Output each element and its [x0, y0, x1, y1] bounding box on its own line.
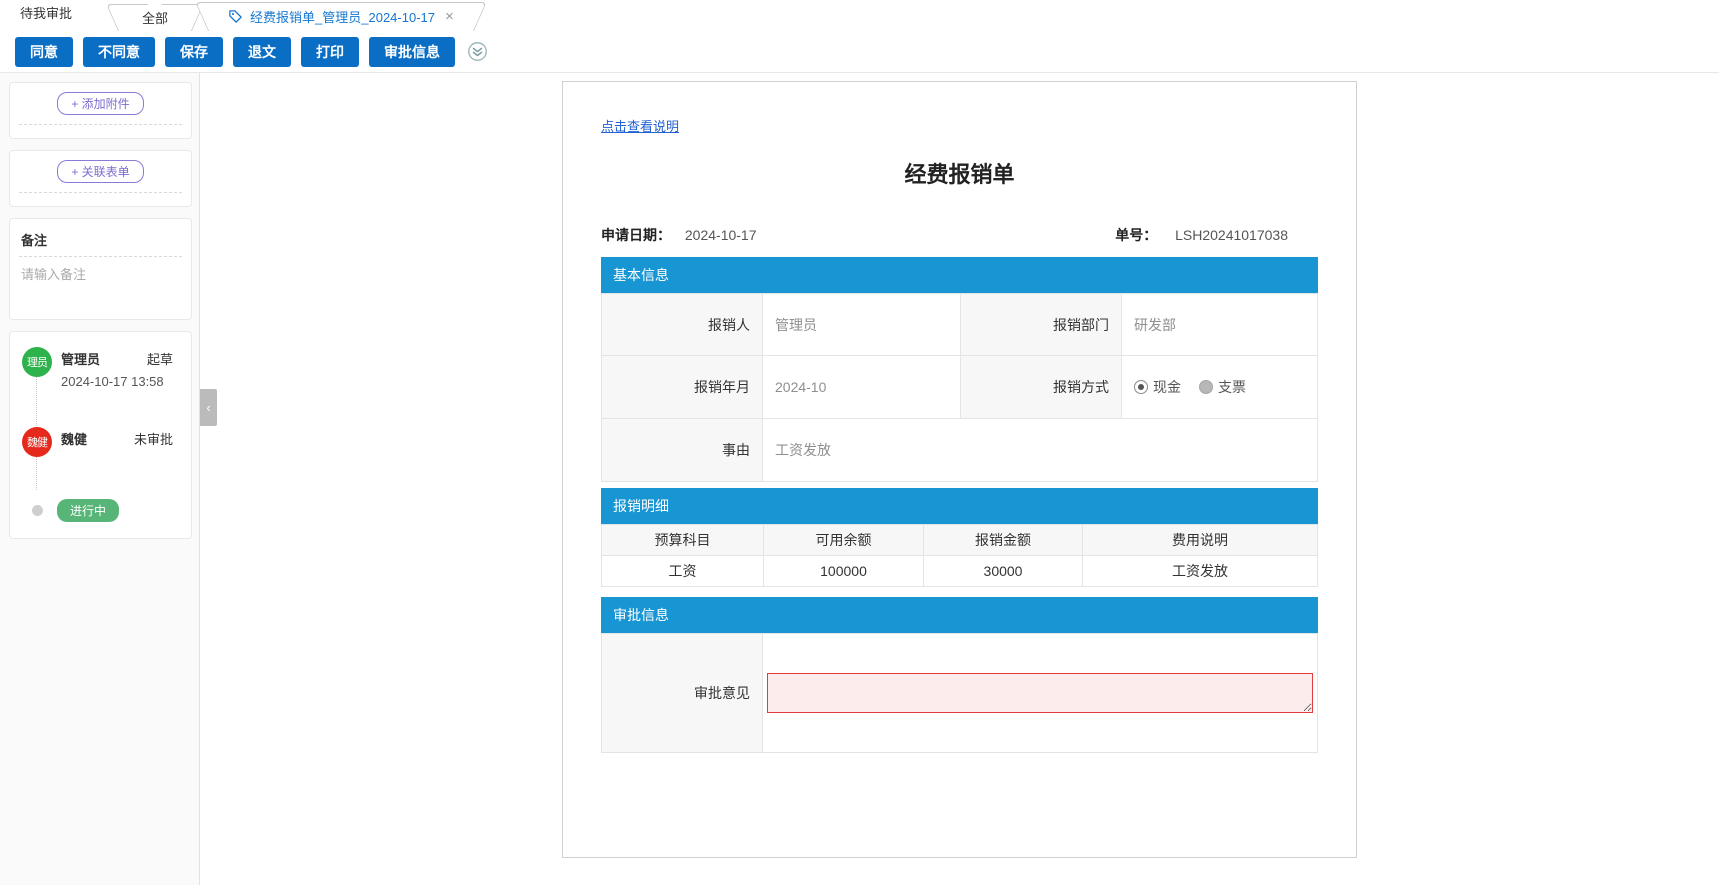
tab-all[interactable]: 全部: [118, 4, 192, 31]
detail-cell-amount: 30000: [924, 556, 1083, 587]
save-button[interactable]: 保存: [165, 37, 223, 67]
link-form-label: 关联表单: [82, 165, 130, 179]
avatar: 魏健: [22, 427, 52, 457]
approval-table: 审批意见: [601, 633, 1318, 753]
tag-icon: [228, 9, 243, 24]
flow-step-approver: 魏健 魏健 未审批: [22, 427, 179, 457]
field-label: 报销人: [602, 294, 763, 356]
detail-col-header: 预算科目: [602, 525, 764, 556]
serial-label: 单号：: [1115, 227, 1157, 243]
view-instructions-link[interactable]: 点击查看说明: [601, 116, 679, 135]
basic-info-table: 报销人 管理员 报销部门 研发部 报销年月 2024-10 报销方式 现金: [601, 293, 1318, 482]
section-detail-header: 报销明细: [601, 488, 1318, 524]
detail-cell-description: 工资发放: [1083, 556, 1318, 587]
field-label: 事由: [602, 419, 763, 482]
avatar: 理员: [22, 347, 52, 377]
field-label: 报销年月: [602, 356, 763, 419]
field-label: 报销部门: [961, 294, 1122, 356]
table-row: 工资 100000 30000 工资发放: [602, 556, 1318, 587]
plus-icon: +: [71, 165, 78, 179]
flow-state-row: 进行中: [22, 499, 179, 526]
detail-col-header: 可用余额: [764, 525, 924, 556]
detail-col-header: 报销金额: [924, 525, 1083, 556]
attachment-card: + 添加附件: [9, 82, 192, 139]
reason-value: 工资发放: [763, 419, 1318, 482]
detail-cell-subject: 工资: [602, 556, 764, 587]
note-input[interactable]: 请输入备注: [19, 257, 182, 313]
payment-method-radio-group: 现金 支票: [1134, 377, 1317, 397]
toolbar: 同意 不同意 保存 退文 打印 审批信息: [0, 31, 1719, 73]
month-value: 2024-10: [763, 356, 961, 419]
double-chevron-down-icon: [467, 41, 488, 62]
main-area: 点击查看说明 经费报销单 申请日期： 2024-10-17 单号： LSH202…: [200, 73, 1719, 885]
note-title: 备注: [19, 228, 182, 249]
radio-cheque[interactable]: 支票: [1199, 377, 1246, 397]
return-doc-button[interactable]: 退文: [233, 37, 291, 67]
flow-step-status: 未审批: [134, 429, 173, 448]
link-form-button[interactable]: + 关联表单: [57, 160, 143, 183]
radio-unselected-icon: [1199, 380, 1213, 394]
serial-value: LSH20241017038: [1175, 227, 1288, 243]
approval-info-button[interactable]: 审批信息: [369, 37, 455, 67]
plus-icon: +: [71, 97, 78, 111]
flow-state-badge: 进行中: [57, 499, 119, 522]
print-button[interactable]: 打印: [301, 37, 359, 67]
agree-button[interactable]: 同意: [15, 37, 73, 67]
applicant-value: 管理员: [763, 294, 961, 356]
department-value: 研发部: [1122, 294, 1318, 356]
sidebar: + 添加附件 + 关联表单 备注 请输入备注 理员: [0, 73, 200, 885]
note-card: 备注 请输入备注: [9, 218, 192, 320]
approval-flow-card: 理员 管理员 起草 2024-10-17 13:58 魏健 魏健 未审批: [9, 331, 192, 539]
disagree-button[interactable]: 不同意: [83, 37, 155, 67]
chevron-left-icon: ‹: [206, 400, 210, 415]
apply-date-value: 2024-10-17: [685, 227, 757, 243]
flow-step-time: 2024-10-17 13:58: [61, 374, 173, 389]
detail-col-header: 费用说明: [1083, 525, 1318, 556]
flow-step-name: 管理员: [61, 349, 100, 368]
form-meta-row: 申请日期： 2024-10-17 单号： LSH20241017038: [601, 225, 1318, 245]
radio-cash[interactable]: 现金: [1134, 377, 1181, 397]
flow-step-status: 起草: [147, 349, 173, 368]
add-attachment-button[interactable]: + 添加附件: [57, 92, 143, 115]
section-approval-header: 审批信息: [601, 597, 1318, 633]
approval-comment-textarea[interactable]: [767, 673, 1313, 713]
flow-step-drafter: 理员 管理员 起草 2024-10-17 13:58: [22, 347, 179, 389]
current-step-dot: [32, 505, 43, 516]
expense-form-card: 点击查看说明 经费报销单 申请日期： 2024-10-17 单号： LSH202…: [562, 81, 1357, 858]
more-actions-button[interactable]: [467, 41, 488, 62]
radio-cash-label: 现金: [1153, 377, 1181, 397]
tab-bar: 待我审批 全部 经费报销单_管理员_2024-10-17 ×: [0, 0, 1719, 31]
tab-all-label: 全部: [142, 8, 168, 27]
sidebar-collapse-handle[interactable]: ‹: [200, 389, 217, 426]
detail-table: 预算科目 可用余额 报销金额 费用说明 工资 100000 30000 工资发放: [601, 524, 1318, 587]
content-area: + 添加附件 + 关联表单 备注 请输入备注 理员: [0, 73, 1719, 885]
field-label: 审批意见: [602, 634, 763, 753]
section-basic-header: 基本信息: [601, 257, 1318, 293]
detail-cell-balance: 100000: [764, 556, 924, 587]
tab-close-icon[interactable]: ×: [445, 9, 454, 24]
add-attachment-label: 添加附件: [82, 97, 130, 111]
nav-title: 待我审批: [20, 3, 72, 31]
apply-date-label: 申请日期：: [601, 227, 671, 243]
radio-selected-icon: [1134, 380, 1148, 394]
field-label: 报销方式: [961, 356, 1122, 419]
linked-form-card: + 关联表单: [9, 150, 192, 207]
tab-document-label: 经费报销单_管理员_2024-10-17: [250, 7, 435, 26]
flow-step-name: 魏健: [61, 429, 87, 448]
tab-document[interactable]: 经费报销单_管理员_2024-10-17 ×: [208, 2, 474, 31]
form-title: 经费报销单: [601, 157, 1318, 189]
radio-cheque-label: 支票: [1218, 377, 1246, 397]
